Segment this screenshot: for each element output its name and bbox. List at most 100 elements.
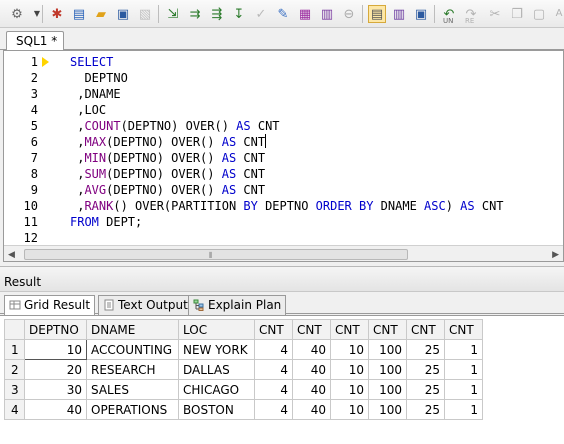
horizontal-scrollbar[interactable]: ◀ ⦀ ▶ bbox=[4, 245, 563, 261]
grid-cell[interactable]: 25 bbox=[406, 399, 445, 420]
column-header[interactable]: CNT bbox=[292, 319, 331, 340]
line-number: 12 bbox=[23, 231, 38, 245]
table-row[interactable]: 1 10 ACCOUNTING NEW YORK 4 40 10 100 25 1 bbox=[4, 339, 483, 360]
code-line: ,LOC bbox=[70, 102, 106, 118]
scroll-left-icon[interactable]: ◀ bbox=[8, 250, 15, 260]
grid-cell[interactable]: 100 bbox=[368, 339, 407, 360]
row-header[interactable]: 1 bbox=[4, 339, 25, 360]
table-row[interactable]: 3 30 SALES CHICAGO 4 40 10 100 25 1 bbox=[4, 379, 483, 400]
gear-dropdown-icon[interactable]: ⚙ bbox=[8, 5, 26, 23]
save-icon[interactable]: ▣ bbox=[114, 5, 132, 23]
grid-cell[interactable]: 1 bbox=[444, 339, 483, 360]
column-header[interactable]: CNT bbox=[254, 319, 293, 340]
grid-cell[interactable]: 4 bbox=[254, 339, 293, 360]
execute-script-icon[interactable]: ⇉ bbox=[186, 5, 204, 23]
code-line: ,AVG(DEPTNO) OVER() AS CNT bbox=[70, 182, 265, 198]
row-header[interactable]: 4 bbox=[4, 399, 25, 420]
row-header[interactable]: 3 bbox=[4, 379, 25, 400]
code-token: CNT bbox=[474, 199, 504, 213]
grid-cell[interactable]: 1 bbox=[444, 399, 483, 420]
column-header[interactable]: CNT bbox=[444, 319, 483, 340]
grid-cell[interactable]: 100 bbox=[368, 399, 407, 420]
stop-icon[interactable]: ⊖ bbox=[340, 5, 358, 23]
grid-cell[interactable]: 4 bbox=[254, 379, 293, 400]
column-header[interactable]: CNT bbox=[406, 319, 445, 340]
execute-step-icon[interactable]: ↧ bbox=[230, 5, 248, 23]
scroll-right-icon[interactable]: ▶ bbox=[552, 250, 559, 260]
grid-cell[interactable]: RESEARCH bbox=[86, 359, 179, 380]
grid-cell[interactable]: 1 bbox=[444, 379, 483, 400]
grid-cell[interactable]: 40 bbox=[292, 379, 331, 400]
grid-cell[interactable]: 10 bbox=[330, 339, 369, 360]
column-header[interactable]: CNT bbox=[330, 319, 369, 340]
grid-cell[interactable]: 25 bbox=[406, 339, 445, 360]
grid-cell[interactable]: CHICAGO bbox=[178, 379, 255, 400]
file-output-icon[interactable]: ▣ bbox=[412, 5, 430, 23]
copy-icon[interactable]: ❐ bbox=[508, 5, 526, 23]
comment-icon[interactable]: ▦ bbox=[296, 5, 314, 23]
code-token: (DEPTNO) OVER() bbox=[120, 119, 237, 133]
chevron-down-icon[interactable]: ▼ bbox=[28, 5, 46, 23]
grid-cell[interactable]: 30 bbox=[24, 379, 87, 400]
new-sql-icon[interactable]: ✱ bbox=[48, 5, 66, 23]
grid-cell[interactable]: 40 bbox=[292, 399, 331, 420]
row-header[interactable]: 2 bbox=[4, 359, 25, 380]
main-toolbar: ⚙ ▼ ✱ ▤ ▰ ▣ ▧ ⇲ ⇉ ⇶ ↧ ✓ ✎ ▦ ▥ ⊖ ▤ ▥ ▣ ↶ U… bbox=[0, 0, 564, 28]
tab-grid-result[interactable]: Grid Result bbox=[4, 295, 96, 316]
format-icon[interactable]: ✎ bbox=[274, 5, 292, 23]
grid-cell[interactable]: 4 bbox=[254, 399, 293, 420]
validate-icon[interactable]: ✓ bbox=[252, 5, 270, 23]
grid-cell[interactable]: 10 bbox=[330, 379, 369, 400]
undo-icon[interactable]: ↶ UN bbox=[440, 5, 458, 25]
grid-cell[interactable]: 10 bbox=[24, 339, 87, 360]
grid-cell[interactable]: DALLAS bbox=[178, 359, 255, 380]
column-header[interactable]: CNT bbox=[368, 319, 407, 340]
uncomment-icon[interactable]: ▥ bbox=[318, 5, 336, 23]
code-token: , bbox=[70, 119, 85, 133]
redo-icon[interactable]: ↷ RE bbox=[462, 5, 480, 25]
grid-cell[interactable]: 40 bbox=[292, 359, 331, 380]
tab-explain-plan[interactable]: Explain Plan bbox=[188, 295, 287, 315]
grid-cell[interactable]: 100 bbox=[368, 359, 407, 380]
grid-cell[interactable]: 40 bbox=[292, 339, 331, 360]
paste-icon[interactable]: ▢ bbox=[530, 5, 548, 23]
column-header[interactable]: DEPTNO bbox=[24, 319, 87, 340]
grid-cell[interactable]: 40 bbox=[24, 399, 87, 420]
tab-text-output[interactable]: Text Output bbox=[98, 295, 193, 315]
new-file-icon[interactable]: ▤ bbox=[70, 5, 88, 23]
code-line: ,DNAME bbox=[70, 86, 120, 102]
grid-cell[interactable]: 10 bbox=[330, 359, 369, 380]
table-row[interactable]: 2 20 RESEARCH DALLAS 4 40 10 100 25 1 bbox=[4, 359, 483, 380]
grid-cell[interactable]: 1 bbox=[444, 359, 483, 380]
scrollbar-thumb[interactable]: ⦀ bbox=[24, 249, 408, 260]
grid-cell[interactable]: 25 bbox=[406, 379, 445, 400]
grid-view-icon[interactable]: ▤ bbox=[368, 5, 386, 23]
grid-cell[interactable]: 10 bbox=[330, 399, 369, 420]
grid-cell[interactable]: ACCOUNTING bbox=[86, 339, 179, 360]
grid-cell[interactable]: NEW YORK bbox=[178, 339, 255, 360]
grid-cell[interactable]: OPERATIONS bbox=[86, 399, 179, 420]
grid-cell[interactable]: 25 bbox=[406, 359, 445, 380]
grid-corner[interactable] bbox=[4, 319, 25, 340]
execute-current-icon[interactable]: ⇶ bbox=[208, 5, 226, 23]
result-title-label: Result bbox=[4, 275, 42, 289]
code-line: SELECT bbox=[70, 54, 113, 70]
sql-editor[interactable]: 1 2 3 4 5 6 7 8 9 10 11 12 SELECT DEPTNO ,DNAME ,LO… bbox=[3, 50, 564, 262]
open-folder-icon[interactable]: ▰ bbox=[92, 5, 110, 23]
grid-cell[interactable]: 20 bbox=[24, 359, 87, 380]
execute-icon[interactable]: ⇲ bbox=[164, 5, 182, 23]
code-token: , bbox=[70, 135, 85, 149]
text-view-icon[interactable]: ▥ bbox=[390, 5, 408, 23]
result-grid[interactable]: DEPTNO DNAME LOC CNT CNT CNT CNT CNT CNT 1 10 ACCO… bbox=[4, 319, 483, 420]
grid-cell[interactable]: 4 bbox=[254, 359, 293, 380]
grid-cell[interactable]: BOSTON bbox=[178, 399, 255, 420]
grid-cell[interactable]: 100 bbox=[368, 379, 407, 400]
column-header[interactable]: DNAME bbox=[86, 319, 179, 340]
table-row[interactable]: 4 40 OPERATIONS BOSTON 4 40 10 100 25 1 bbox=[4, 399, 483, 420]
font-size-icon[interactable]: A bbox=[550, 5, 564, 23]
cut-icon[interactable]: ✂ bbox=[486, 5, 504, 23]
grid-cell[interactable]: SALES bbox=[86, 379, 179, 400]
save-all-icon[interactable]: ▧ bbox=[136, 5, 154, 23]
column-header[interactable]: LOC bbox=[178, 319, 255, 340]
tab-sql1[interactable]: SQL1 * bbox=[6, 31, 64, 51]
